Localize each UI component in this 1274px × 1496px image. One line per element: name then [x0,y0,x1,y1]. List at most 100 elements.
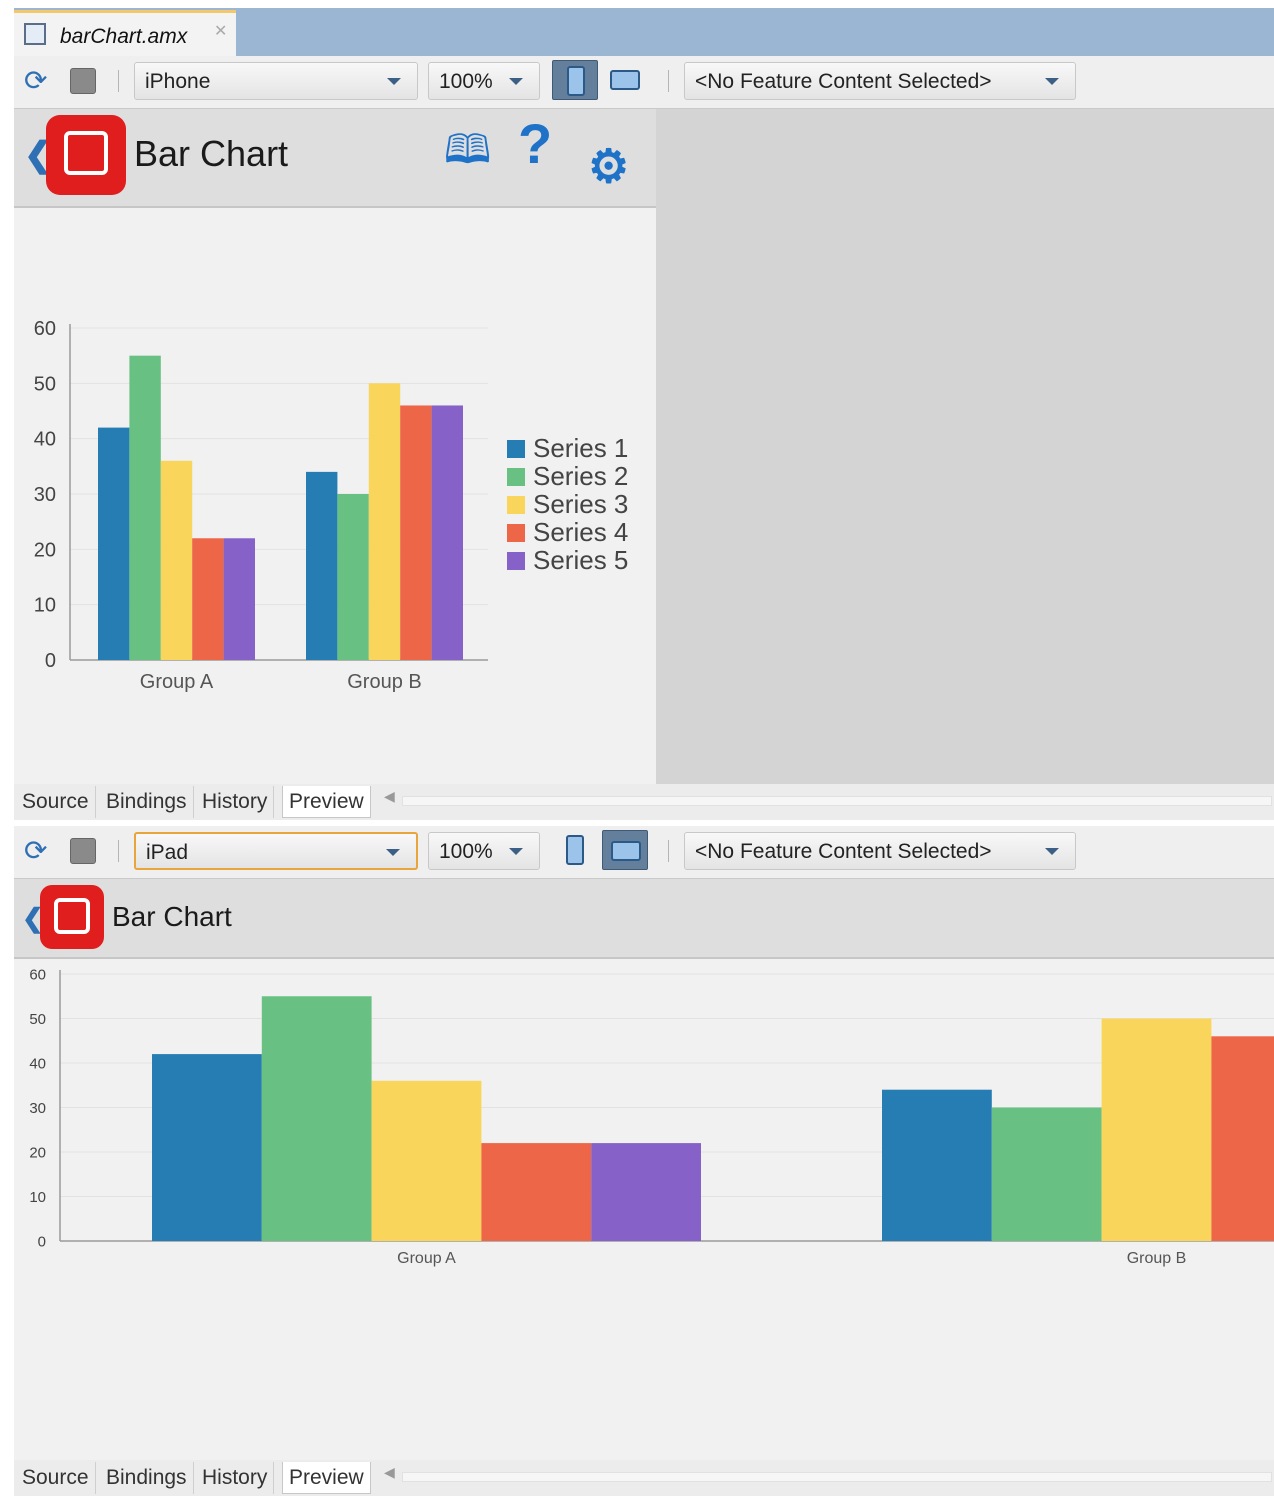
bar [371,1080,482,1241]
app-logo [46,115,126,195]
preview-toolbar-iphone: ⟳ iPhone 100% <No Feature Content Select… [14,56,1274,109]
bar [306,471,338,660]
zoom-select-value: 100% [439,840,493,863]
refresh-icon[interactable]: ⟳ [24,66,47,96]
bar [368,383,401,660]
portrait-orientation-button[interactable] [552,830,598,870]
portrait-device-icon [567,66,585,96]
landscape-device-icon [610,70,640,90]
scroll-left-icon[interactable]: ◀ [384,1464,395,1481]
bar [98,427,130,660]
tab-bindings[interactable]: Bindings [100,1462,194,1494]
bar [1101,1018,1212,1241]
y-tick-label: 60 [34,318,56,340]
preview-canvas-iphone: ❮ Bar Chart 🕮 ? ⚙ 0 10 20 30 40 50 60 Group A Gr… [14,109,1274,784]
bar [337,494,369,660]
y-tick-label: 30 [34,484,56,506]
tab-bindings[interactable]: Bindings [100,786,194,818]
feature-content-value: <No Feature Content Selected> [695,840,992,863]
y-tick-label: 30 [29,1100,46,1117]
y-tick-label: 40 [34,429,56,451]
y-tick-label: 0 [45,650,56,672]
tab-source[interactable]: Source [16,786,96,818]
legend-swatch [507,440,525,458]
horizontal-scrollbar[interactable] [402,796,1272,806]
feature-content-select[interactable]: <No Feature Content Selected> [684,62,1076,100]
feature-content-value: <No Feature Content Selected> [695,70,992,93]
bar [431,405,463,660]
device-select-value: iPad [146,841,189,864]
zoom-select[interactable]: 100% [428,62,540,100]
y-tick-label: 10 [34,595,56,617]
app-logo [40,885,104,949]
bar [591,1143,701,1241]
tab-history[interactable]: History [196,786,275,818]
bar [223,538,255,660]
zoom-select[interactable]: 100% [428,832,540,870]
bar [882,1089,992,1241]
ipad-screen: ❮ Bar Chart 0 10 20 30 40 50 60 Group A Group B [14,879,1274,1460]
feature-content-select[interactable]: <No Feature Content Selected> [684,832,1076,870]
app-header: ❮ Bar Chart [14,879,1274,959]
tab-preview[interactable]: Preview [282,1462,371,1494]
scroll-left-icon[interactable]: ◀ [384,788,395,805]
portrait-device-icon [566,835,584,865]
bar [1211,1036,1274,1241]
gear-icon[interactable]: ⚙ [588,139,629,193]
y-tick-label: 20 [29,1144,46,1161]
chevron-down-icon [509,78,523,85]
device-select-value: iPhone [145,70,211,93]
book-icon[interactable]: 🕮 [444,121,491,189]
preview-canvas-ipad: ❮ Bar Chart 0 10 20 30 40 50 60 Group A Group B [14,879,1274,1460]
tab-history[interactable]: History [196,1462,275,1494]
y-tick-label: 50 [34,373,56,395]
toolbar-separator [118,70,119,92]
y-tick-label: 10 [29,1189,46,1206]
y-tick-label: 40 [29,1055,46,1072]
bar [129,355,161,660]
legend-label: Series 1 [533,433,628,463]
iphone-screen: ❮ Bar Chart 🕮 ? ⚙ 0 10 20 30 40 50 60 Group A Gr… [14,109,656,784]
page-title: Bar Chart [112,901,232,932]
legend-swatch [507,552,525,570]
bar [400,405,432,660]
landscape-orientation-button[interactable] [602,60,648,100]
stop-icon[interactable] [70,838,96,864]
bottom-tabs-ipad: Source Bindings History Preview ◀ [14,1460,1274,1496]
stop-icon[interactable] [70,68,96,94]
landscape-orientation-button[interactable] [602,830,648,870]
bar [152,1054,262,1241]
chevron-down-icon [386,849,400,856]
x-category-label: Group B [347,671,421,693]
x-category-label: Group A [140,671,214,693]
app-header: ❮ Bar Chart 🕮 ? ⚙ [14,109,656,208]
refresh-icon[interactable]: ⟳ [24,836,47,866]
bottom-tabs-iphone: Source Bindings History Preview ◀ [14,784,1274,820]
page-title: Bar Chart [134,133,289,174]
bar [481,1143,592,1241]
bar [991,1107,1102,1241]
close-tab-icon[interactable]: ✕ [214,21,227,41]
tab-preview[interactable]: Preview [282,786,371,818]
bar [192,538,224,660]
landscape-device-icon [611,841,641,861]
device-select[interactable]: iPad [134,832,418,870]
y-tick-label: 60 [29,966,46,983]
horizontal-scrollbar[interactable] [402,1472,1272,1482]
bar-chart-iphone: 0 10 20 30 40 50 60 Group A Group B Series 1 Serie… [34,318,629,693]
portrait-orientation-button[interactable] [552,60,598,100]
x-category-label: Group A [397,1250,456,1267]
legend-swatch [507,468,525,486]
chevron-down-icon [1045,848,1059,855]
help-icon[interactable]: ? [518,111,552,176]
toolbar-separator [668,840,669,862]
legend-swatch [507,524,525,542]
tab-source[interactable]: Source [16,1462,96,1494]
bar [261,996,372,1241]
toolbar-separator [118,840,119,862]
preview-toolbar-ipad: ⟳ iPad 100% <No Feature Content Selected… [14,826,1274,879]
legend-label: Series 4 [533,517,628,547]
file-tab[interactable]: barChart.amx ✕ [14,10,236,56]
y-tick-label: 20 [34,539,56,561]
device-select[interactable]: iPhone [134,62,418,100]
